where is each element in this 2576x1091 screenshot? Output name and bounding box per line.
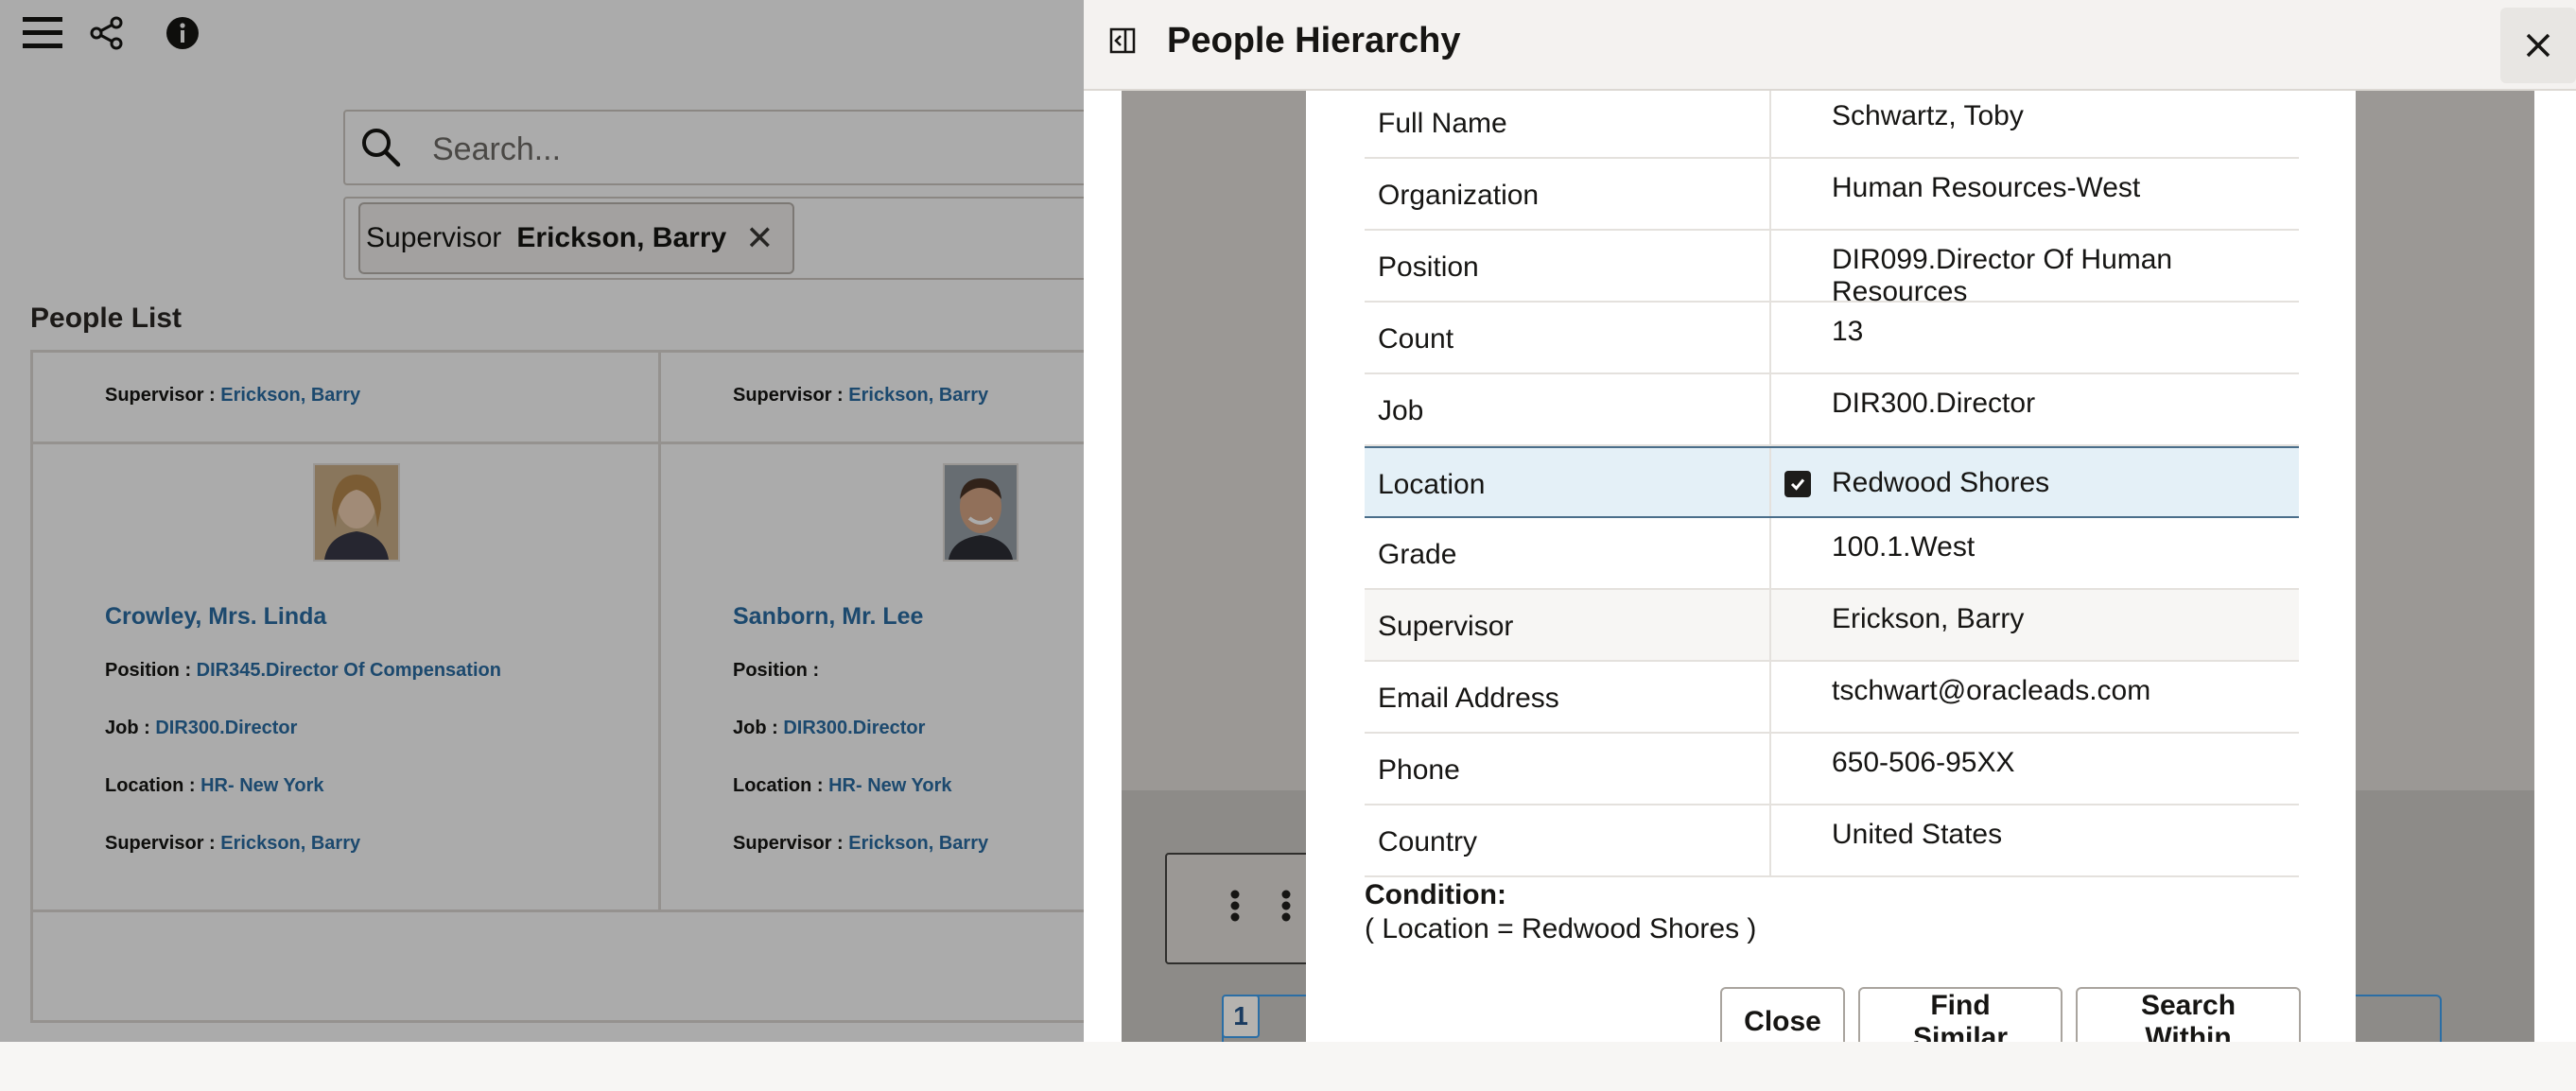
detail-label: Full Name: [1365, 91, 1771, 157]
location-checkbox[interactable]: [1784, 471, 1811, 497]
detail-label: Phone: [1365, 734, 1771, 804]
detail-table: Full Name Schwartz, Toby Organization Hu…: [1365, 91, 2299, 877]
detail-value: Schwartz, Toby: [1832, 100, 2024, 131]
modal-overlay[interactable]: [0, 0, 1084, 1042]
detail-row-email[interactable]: Email Address tschwart@oracleads.com: [1365, 662, 2299, 734]
condition-label: Condition:: [1365, 879, 1506, 910]
detail-row-grade[interactable]: Grade 100.1.West: [1365, 518, 2299, 590]
detail-row-organization[interactable]: Organization Human Resources-West: [1365, 159, 2299, 231]
more-options-icon[interactable]: [1229, 889, 1296, 927]
detail-value: Redwood Shores: [1832, 467, 2050, 498]
detail-label: Position: [1365, 231, 1771, 301]
detail-value: 100.1.West: [1832, 531, 1976, 563]
detail-row-location[interactable]: Location Redwood Shores: [1365, 446, 2299, 518]
search-within-button[interactable]: Search Within: [2076, 987, 2301, 1042]
detail-row-phone[interactable]: Phone 650-506-95XX: [1365, 734, 2299, 805]
detail-value-cell: Redwood Shores: [1771, 448, 2299, 516]
detail-value: DIR300.Director: [1832, 388, 2036, 419]
detail-value: DIR099.Director Of Human Resources: [1832, 244, 2173, 307]
detail-label: Grade: [1365, 518, 1771, 588]
detail-row-country[interactable]: Country United States: [1365, 805, 2299, 877]
page-number-button[interactable]: 1: [1222, 995, 1260, 1038]
detail-label: Location: [1365, 448, 1771, 516]
detail-label: Supervisor: [1365, 590, 1771, 660]
page-bottom-strip: [0, 1042, 2576, 1091]
person-detail-dialog: Full Name Schwartz, Toby Organization Hu…: [1306, 91, 2356, 1042]
detail-value: 650-506-95XX: [1832, 747, 2015, 778]
panel-collapse-icon[interactable]: [1108, 26, 1137, 60]
detail-label: Count: [1365, 303, 1771, 372]
close-button[interactable]: Close: [1720, 987, 1845, 1042]
detail-row-count[interactable]: Count 13: [1365, 303, 2299, 374]
detail-label: Email Address: [1365, 662, 1771, 732]
close-icon[interactable]: [2500, 8, 2576, 83]
people-search-app: Supervisor Erickson, Barry ✕ People List…: [0, 0, 1084, 1042]
condition-text: ( Location = Redwood Shores ): [1365, 913, 1757, 944]
detail-row-supervisor[interactable]: Supervisor Erickson, Barry: [1365, 590, 2299, 662]
drawer-title: People Hierarchy: [1167, 21, 1461, 61]
detail-label: Organization: [1365, 159, 1771, 229]
detail-value: United States: [1832, 819, 2003, 850]
detail-value: 13: [1832, 316, 1864, 347]
detail-row-job[interactable]: Job DIR300.Director: [1365, 374, 2299, 446]
detail-row-full-name[interactable]: Full Name Schwartz, Toby: [1365, 91, 2299, 159]
drawer-header: People Hierarchy: [1084, 0, 2576, 91]
detail-value: tschwart@oracleads.com: [1832, 675, 2151, 706]
detail-row-position[interactable]: Position DIR099.Director Of Human Resour…: [1365, 231, 2299, 307]
detail-label: Country: [1365, 805, 1771, 875]
detail-label: Job: [1365, 374, 1771, 444]
detail-value: Erickson, Barry: [1832, 603, 2025, 634]
detail-value: Human Resources-West: [1832, 172, 2141, 203]
find-similar-button[interactable]: Find Similar: [1858, 987, 2063, 1042]
